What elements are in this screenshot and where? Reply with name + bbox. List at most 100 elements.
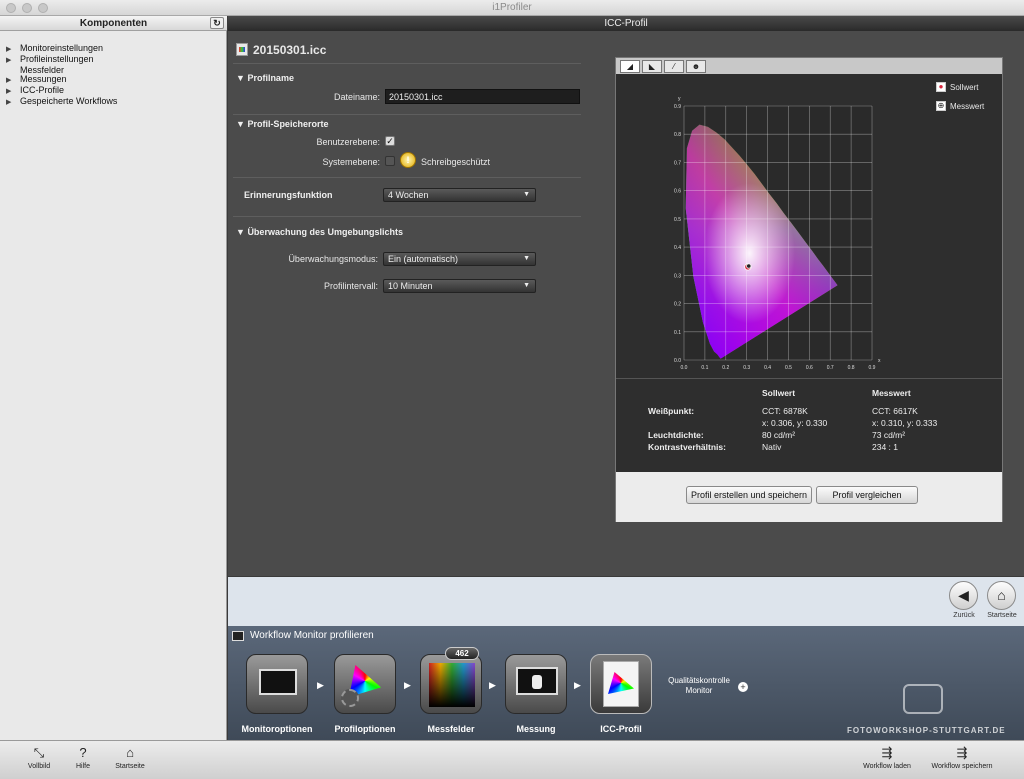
tab-image-preview[interactable]: ☻	[686, 60, 706, 73]
disclosure-arrow-icon[interactable]: ▶	[6, 98, 20, 108]
icc-document-icon	[603, 661, 639, 707]
collapse-arrow-icon: ▼	[236, 119, 245, 129]
divider	[616, 378, 1002, 379]
leuchtdichte-label: Leuchtdichte:	[648, 430, 704, 440]
step-label: ICC-Profil	[600, 724, 642, 734]
checkmark-icon: ✓	[386, 136, 394, 146]
section-umgebungslicht[interactable]: ▼ Überwachung des Umgebungslichts	[236, 227, 403, 237]
dateiname-input[interactable]	[385, 89, 580, 104]
add-step-icon[interactable]: +	[738, 682, 748, 692]
step-label: Messfelder	[427, 724, 475, 734]
legend-messwert-icon: ⊕	[936, 101, 946, 111]
minimize-window-button[interactable]	[22, 3, 32, 13]
button-label: Startseite	[115, 763, 145, 770]
plot-area: 0.0 0.1 0.2 0.3 0.4 0.5 0.6 0.7 0.8 0.9 0.0 0.1 0.2 0…	[674, 96, 881, 371]
erinnerungsfunktion-label: Erinnerungsfunktion	[244, 190, 333, 200]
disclosure-arrow-icon[interactable]: ▶	[6, 45, 20, 55]
sidebar-title: Komponenten	[79, 18, 148, 29]
home-button[interactable]: ⌂	[987, 581, 1016, 610]
patch-grid-icon	[429, 663, 475, 707]
divider	[233, 177, 581, 178]
startseite-button[interactable]: ⌂ Startseite	[110, 743, 150, 770]
dropdown-value: 4 Wochen	[388, 190, 429, 200]
workflow-step-icc-profil[interactable]	[590, 654, 652, 714]
section-profilname[interactable]: ▼ Profilname	[236, 73, 294, 83]
hilfe-button[interactable]: ? Hilfe	[68, 743, 98, 770]
x-tick-label: 0.5	[785, 365, 792, 371]
main-header: ICC-Profil	[228, 16, 1024, 31]
benutzerebene-checkbox[interactable]: ✓	[385, 136, 395, 146]
y-tick-label: 0.6	[674, 189, 681, 195]
section-heading: Überwachung des Umgebungslichts	[247, 227, 403, 237]
tab-tone-curve[interactable]: ⁄	[664, 60, 684, 73]
erinnerung-dropdown[interactable]: 4 Wochen ▼	[383, 188, 536, 202]
title-bar: i1Profiler	[0, 0, 1024, 16]
profilintervall-label: Profilintervall:	[323, 281, 378, 291]
sidebar: Komponenten ↻ ▶ Monitoreinstellungen ▶ Pro…	[0, 16, 227, 740]
profil-vergleichen-button[interactable]: Profil vergleichen	[816, 486, 918, 504]
legend-sollwert-icon: ●	[936, 82, 946, 92]
watermark: FOTOWORKSHOP-STUTTGART.DE	[847, 726, 1006, 735]
graph-tab-bar: ◢ ◣ ⁄ ☻	[616, 58, 1002, 74]
y-tick-label: 0.1	[674, 330, 681, 336]
profil-erstellen-button[interactable]: Profil erstellen und speichern	[686, 486, 812, 504]
vollbild-button[interactable]: ⤡ Vollbild	[24, 743, 54, 770]
systemebene-label: Systemebene:	[322, 157, 380, 167]
disclosure-arrow-icon[interactable]: ▶	[6, 76, 20, 86]
main-title: ICC-Profil	[604, 18, 648, 29]
gamut-graph-panel: ◢ ◣ ⁄ ☻ 0.0 0.1 0.2 0.3 0.4 0.5 0.6 0.7 …	[615, 57, 1003, 522]
sidebar-header: Komponenten ↻	[0, 16, 227, 31]
disclosure-arrow-icon[interactable]: ▶	[6, 56, 20, 66]
soll-leuchtdichte: 80 cd/m²	[762, 430, 796, 440]
refresh-button[interactable]: ↻	[210, 17, 224, 29]
x-tick-label: 0.9	[869, 365, 876, 371]
back-button[interactable]: ◀	[949, 581, 978, 610]
arrow-left-icon: ◀	[958, 587, 969, 603]
tab-gamut-3d[interactable]: ◣	[642, 60, 662, 73]
soll-cct: CCT: 6878K	[762, 406, 808, 416]
workflow-step-monitoroptionen[interactable]	[246, 654, 308, 714]
systemebene-checkbox[interactable]	[385, 156, 395, 166]
workflow-step-messfelder[interactable]: 462	[420, 647, 482, 714]
portrait-icon: ☻	[691, 62, 701, 71]
weisspunkt-label: Weißpunkt:	[648, 406, 695, 416]
button-label: Workflow laden	[863, 763, 911, 770]
graph-action-bar: Profil erstellen und speichern Profil ve…	[616, 472, 1002, 522]
step-arrow-icon: ▶	[317, 680, 324, 690]
close-window-button[interactable]	[6, 3, 16, 13]
kontrast-label: Kontrastverhältnis:	[648, 442, 726, 452]
help-icon: ?	[79, 745, 87, 760]
disclosure-arrow-icon[interactable]: ▶	[6, 87, 20, 97]
stats-table: Sollwert Messwert Weißpunkt: CCT: 6878K CCT…	[648, 387, 937, 453]
y-axis-label: y	[678, 96, 681, 102]
data-point-messwert	[746, 263, 752, 269]
ueberwachungsmodus-dropdown[interactable]: Ein (automatisch) ▼	[383, 252, 536, 266]
section-speicherorte[interactable]: ▼ Profil-Speicherorte	[236, 119, 328, 129]
tree-item-gespeicherte-workflows[interactable]: ▶ Gespeicherte Workflows	[6, 96, 117, 108]
tree-item-label: ICC-Profile	[20, 85, 65, 96]
workflow-step-messung[interactable]	[505, 654, 567, 714]
patch-count-badge: 462	[445, 647, 479, 660]
mess-leuchtdichte: 73 cd/m²	[872, 430, 906, 440]
zoom-window-button[interactable]	[38, 3, 48, 13]
workflow-laden-button[interactable]: ⇶ Workflow laden	[854, 743, 920, 770]
cie-chromaticity-chart: 0.0 0.1 0.2 0.3 0.4 0.5 0.6 0.7 0.8 0.9 0.0 0.1 0.2 0…	[674, 96, 881, 371]
profilintervall-dropdown[interactable]: 10 Minuten ▼	[383, 279, 536, 293]
workflow-step-profiloptionen[interactable]	[334, 654, 396, 714]
divider	[233, 63, 581, 64]
qualitaetskontrolle-link[interactable]: Qualitätskontrolle Monitor	[664, 676, 734, 696]
dropdown-value: Ein (automatisch)	[388, 254, 459, 264]
step-label: Messung	[516, 724, 556, 734]
refresh-icon: ↻	[213, 18, 221, 28]
divider	[233, 216, 581, 217]
step-arrow-icon: ▶	[574, 680, 581, 690]
benutzerebene-label: Benutzerebene:	[316, 137, 380, 147]
legend-messwert-label: Messwert	[950, 102, 985, 111]
chevron-down-icon: ▼	[523, 282, 530, 289]
x-tick-label: 0.7	[827, 365, 834, 371]
tab-gamut-2d[interactable]: ◢	[620, 60, 640, 73]
ueberwachungsmodus-label: Überwachungsmodus:	[288, 254, 378, 264]
button-label: Hilfe	[75, 763, 90, 770]
y-tick-label: 0.8	[674, 132, 681, 138]
workflow-speichern-button[interactable]: ⇶ Workflow speichern	[924, 743, 1000, 770]
